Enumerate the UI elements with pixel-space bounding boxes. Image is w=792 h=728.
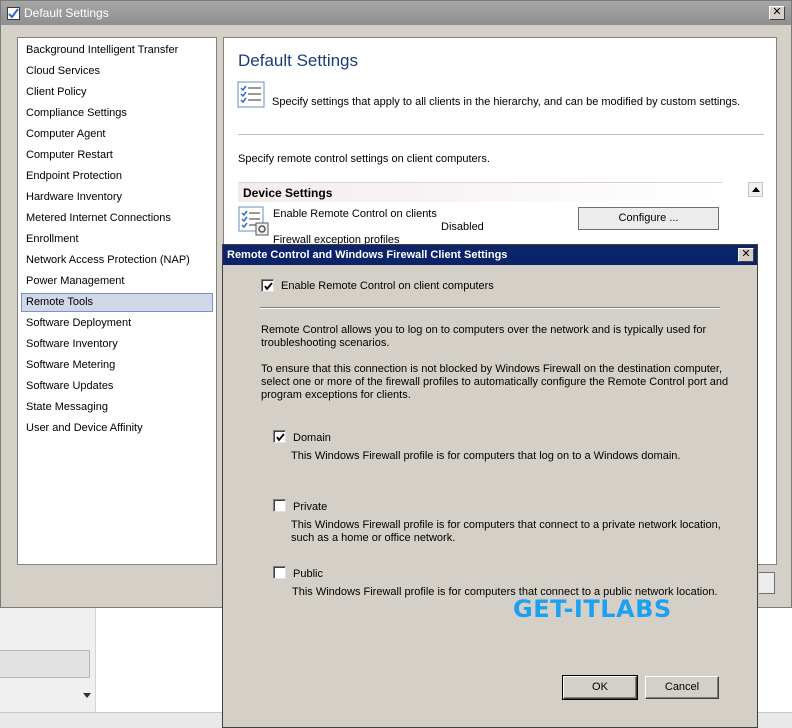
outer-window-button[interactable] — [759, 572, 775, 594]
nav-item-remote-tools[interactable]: Remote Tools — [21, 293, 213, 312]
nav-item-power-management[interactable]: Power Management — [21, 272, 213, 291]
enable-remote-control-label: Enable Remote Control on client computer… — [281, 280, 494, 292]
settings-nav-list: Background Intelligent Transfer Cloud Se… — [17, 37, 217, 565]
content-divider — [238, 134, 764, 135]
cancel-button[interactable]: Cancel — [645, 676, 719, 699]
public-profile-label: Public — [293, 568, 323, 580]
nav-item-network-access-protection[interactable]: Network Access Protection (NAP) — [21, 251, 213, 270]
checkmark-icon — [264, 282, 273, 291]
page-description: Specify settings that apply to all clien… — [272, 96, 741, 108]
close-icon[interactable]: ✕ — [769, 6, 785, 20]
background-bar[interactable] — [0, 650, 90, 678]
dialog-titlebar: Remote Control and Windows Firewall Clie… — [223, 245, 757, 265]
remote-control-firewall-dialog: Remote Control and Windows Firewall Clie… — [222, 244, 758, 728]
ok-button[interactable]: OK — [562, 675, 638, 700]
watermark-logo: GET-ITLABS — [513, 595, 672, 623]
nav-item-client-policy[interactable]: Client Policy — [21, 83, 213, 102]
nav-item-software-metering[interactable]: Software Metering — [21, 356, 213, 375]
setting-value: Disabled — [441, 221, 484, 233]
enable-remote-control-checkbox[interactable] — [261, 279, 274, 292]
nav-item-computer-restart[interactable]: Computer Restart — [21, 146, 213, 165]
device-settings-header: Device Settings — [238, 182, 722, 202]
public-profile-checkbox[interactable] — [273, 566, 286, 579]
scroll-up-arrow-icon[interactable] — [748, 182, 763, 197]
firewall-paragraph-line-1: To ensure that this connection is not bl… — [261, 363, 723, 375]
outer-titlebar: Default Settings ✕ — [1, 1, 791, 25]
configure-button[interactable]: Configure ... — [578, 207, 719, 230]
private-profile-description-line-1: This Windows Firewall profile is for com… — [291, 519, 721, 531]
page-title: Default Settings — [238, 51, 359, 70]
group-header-label: Device Settings — [243, 186, 333, 200]
dialog-divider — [260, 307, 720, 309]
nav-item-software-deployment[interactable]: Software Deployment — [21, 314, 213, 333]
close-icon[interactable]: ✕ — [738, 248, 754, 262]
private-profile-label: Private — [293, 501, 328, 513]
settings-checklist-icon — [238, 206, 270, 236]
nav-item-software-updates[interactable]: Software Updates — [21, 377, 213, 396]
nav-item-metered-internet-connections[interactable]: Metered Internet Connections — [21, 209, 213, 228]
dropdown-arrow-icon[interactable] — [83, 693, 91, 698]
nav-item-software-inventory[interactable]: Software Inventory — [21, 335, 213, 354]
section-instruction: Specify remote control settings on clien… — [238, 153, 490, 165]
nav-item-compliance-settings[interactable]: Compliance Settings — [21, 104, 213, 123]
intro-paragraph-line-1: Remote Control allows you to log on to c… — [261, 324, 707, 336]
settings-checklist-icon — [237, 81, 267, 109]
domain-profile-label: Domain — [293, 432, 331, 444]
private-profile-description-line-2: such as a home or office network. — [291, 532, 456, 544]
outer-window-title: Default Settings — [24, 6, 109, 20]
nav-item-computer-agent[interactable]: Computer Agent — [21, 125, 213, 144]
dialog-title: Remote Control and Windows Firewall Clie… — [227, 249, 508, 261]
firewall-paragraph-line-3: program exceptions for clients. — [261, 389, 411, 401]
setting-label-enable-remote-control: Enable Remote Control on clients — [273, 208, 437, 220]
window-check-icon — [7, 7, 20, 20]
nav-item-user-and-device-affinity[interactable]: User and Device Affinity — [21, 419, 213, 438]
nav-item-endpoint-protection[interactable]: Endpoint Protection — [21, 167, 213, 186]
domain-profile-checkbox[interactable] — [273, 430, 286, 443]
checkmark-icon — [276, 433, 285, 442]
nav-item-hardware-inventory[interactable]: Hardware Inventory — [21, 188, 213, 207]
nav-item-enrollment[interactable]: Enrollment — [21, 230, 213, 249]
intro-paragraph-line-2: troubleshooting scenarios. — [261, 337, 390, 349]
nav-item-state-messaging[interactable]: State Messaging — [21, 398, 213, 417]
nav-item-background-intelligent-transfer[interactable]: Background Intelligent Transfer — [21, 41, 213, 60]
private-profile-checkbox[interactable] — [273, 499, 286, 512]
domain-profile-description: This Windows Firewall profile is for com… — [291, 450, 681, 462]
firewall-paragraph-line-2: select one or more of the firewall profi… — [261, 376, 729, 388]
nav-item-cloud-services[interactable]: Cloud Services — [21, 62, 213, 81]
